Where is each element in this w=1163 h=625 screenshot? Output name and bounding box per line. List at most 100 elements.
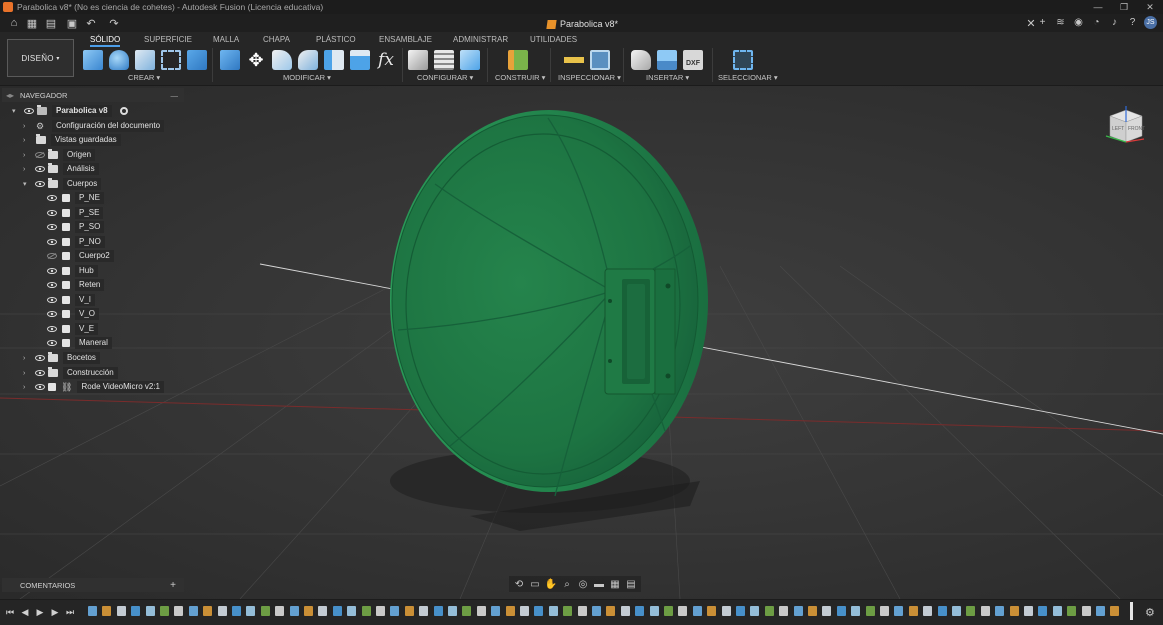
tab-ensamblaje[interactable]: ENSAMBLAJE xyxy=(379,35,432,44)
eye-icon[interactable] xyxy=(47,237,57,247)
timeline-feature-icon[interactable] xyxy=(779,606,789,616)
measure-icon[interactable] xyxy=(564,50,584,70)
browser-header[interactable]: ◂▸ NAVEGADOR — xyxy=(2,88,184,102)
close-icon[interactable]: ✕ xyxy=(1137,0,1163,14)
pattern-icon[interactable] xyxy=(187,50,207,70)
browser-item-cuerpos[interactable]: ▾ Cuerpos xyxy=(23,178,102,190)
align-icon[interactable] xyxy=(350,50,370,70)
pan-icon[interactable]: ✋ xyxy=(545,578,557,590)
body-item[interactable]: V_E xyxy=(47,322,99,335)
body-item[interactable]: P_NO xyxy=(47,235,105,248)
drag-handle-icon[interactable]: ◂▸ xyxy=(6,91,14,100)
timeline-feature-icon[interactable] xyxy=(404,606,414,616)
group-inspeccionar[interactable]: INSPECCIONAR ▾ xyxy=(558,73,621,82)
timeline-feature-icon[interactable] xyxy=(750,606,760,616)
file-icon[interactable]: ▤ xyxy=(44,16,58,30)
timeline-feature-icon[interactable] xyxy=(260,606,270,616)
timeline-feature-icon[interactable] xyxy=(246,606,256,616)
timeline-feature-icon[interactable] xyxy=(620,606,630,616)
timeline-feature-icon[interactable] xyxy=(577,606,587,616)
eye-icon[interactable] xyxy=(24,106,34,116)
timeline-feature-icon[interactable] xyxy=(304,606,313,616)
timeline-feature-icon[interactable] xyxy=(145,606,155,616)
grid-settings-icon[interactable]: ▦ xyxy=(609,578,621,590)
timeline-feature-icon[interactable] xyxy=(736,606,745,616)
offset-plane-icon[interactable] xyxy=(508,50,528,70)
eye-icon[interactable] xyxy=(35,353,45,363)
body-item[interactable]: Reten xyxy=(47,279,105,291)
online-icon[interactable]: ◉ xyxy=(1072,16,1085,29)
viewports-icon[interactable]: ▤ xyxy=(625,578,637,590)
timeline-feature-icon[interactable] xyxy=(851,606,861,616)
timeline-feature-icon[interactable] xyxy=(635,606,645,616)
timeline-feature-icon[interactable] xyxy=(462,606,472,616)
timeline-feature-icon[interactable] xyxy=(332,606,342,616)
browser-item-config[interactable]: › ⚙ Configuración del documento xyxy=(23,120,165,132)
chevron-right-icon[interactable]: › xyxy=(23,166,31,173)
chamfer-icon[interactable] xyxy=(298,50,318,70)
undo-icon[interactable]: ↶ xyxy=(84,16,98,30)
timeline-feature-icon[interactable] xyxy=(88,606,97,616)
timeline-feature-icon[interactable] xyxy=(433,606,443,616)
timeline-feature-icon[interactable] xyxy=(174,606,184,616)
body-item[interactable]: P_NE xyxy=(47,192,104,204)
revolve-icon[interactable] xyxy=(135,50,155,70)
chevron-right-icon[interactable]: › xyxy=(23,384,31,391)
timeline-feature-icon[interactable] xyxy=(491,606,501,616)
step-forward-icon[interactable]: ▶ xyxy=(50,607,60,617)
timeline-feature-icon[interactable] xyxy=(116,606,126,616)
viewcube[interactable]: LEFT FRONT xyxy=(1104,106,1146,146)
timeline-feature-icon[interactable] xyxy=(275,606,285,616)
timeline-feature-icon[interactable] xyxy=(1067,606,1077,616)
group-configurar[interactable]: CONFIGURAR ▾ xyxy=(417,73,473,82)
shell-icon[interactable] xyxy=(324,50,344,70)
timeline-feature-icon[interactable] xyxy=(419,606,429,616)
timeline-feature-icon[interactable] xyxy=(160,606,169,616)
timeline-feature-icon[interactable] xyxy=(808,606,817,616)
document-tab[interactable]: Parabolica v8* xyxy=(546,16,618,32)
group-modificar[interactable]: MODIFICAR ▾ xyxy=(283,73,331,82)
timeline-feature-icon[interactable] xyxy=(649,606,659,616)
go-to-start-icon[interactable]: ⏮ xyxy=(5,607,15,617)
eye-icon[interactable] xyxy=(47,222,57,232)
group-insertar[interactable]: INSERTAR ▾ xyxy=(646,73,689,82)
workspace-switcher[interactable]: DISEÑO ▾ xyxy=(7,39,74,77)
timeline-feature-icon[interactable] xyxy=(793,606,803,616)
timeline-feature-icon[interactable] xyxy=(102,606,112,616)
add-tab-icon[interactable]: + xyxy=(1036,16,1049,29)
display-settings-icon[interactable]: ▬ xyxy=(593,578,605,590)
active-radio-icon[interactable] xyxy=(119,107,128,115)
timeline-feature-icon[interactable] xyxy=(592,606,601,616)
timeline-feature-icon[interactable] xyxy=(678,606,688,616)
tab-malla[interactable]: MALLA xyxy=(213,35,239,44)
timeline-feature-icon[interactable] xyxy=(836,606,846,616)
timeline-feature-icon[interactable] xyxy=(563,606,573,616)
browser-root-node[interactable]: ▾ Parabolica v8 xyxy=(12,105,128,117)
timeline-feature-icon[interactable] xyxy=(908,606,918,616)
tab-utilidades[interactable]: UTILIDADES xyxy=(530,35,577,44)
help-icon[interactable]: ? xyxy=(1126,16,1139,29)
new-component-icon[interactable] xyxy=(83,50,103,70)
timeline-feature-icon[interactable] xyxy=(707,606,717,616)
group-crear[interactable]: CREAR ▾ xyxy=(128,73,160,82)
viewcube-front-label[interactable]: FRONT xyxy=(1128,126,1145,132)
eye-icon[interactable] xyxy=(47,309,57,319)
look-at-icon[interactable]: ▭ xyxy=(529,578,541,590)
home-icon[interactable]: ⌂ xyxy=(7,16,21,30)
timeline-feature-icon[interactable] xyxy=(476,606,486,616)
timeline-feature-icon[interactable] xyxy=(966,606,976,616)
timeline-feature-icon[interactable] xyxy=(318,606,328,616)
browser-item-analisis[interactable]: › Análisis xyxy=(23,163,99,175)
go-to-end-icon[interactable]: ⏭ xyxy=(65,607,75,617)
body-item[interactable]: V_O xyxy=(47,308,100,320)
parameters-icon[interactable]: fx xyxy=(376,50,396,70)
timeline-feature-icon[interactable] xyxy=(448,606,457,616)
insert-canvas-icon[interactable] xyxy=(657,50,677,70)
eye-icon[interactable] xyxy=(47,324,57,334)
add-comment-icon[interactable]: + xyxy=(170,580,176,591)
timeline-feature-icon[interactable] xyxy=(664,606,673,616)
timeline-feature-icon[interactable] xyxy=(505,606,515,616)
step-back-icon[interactable]: ◀ xyxy=(20,607,30,617)
parabolic-dish[interactable] xyxy=(390,110,708,497)
chevron-right-icon[interactable]: › xyxy=(23,123,31,130)
